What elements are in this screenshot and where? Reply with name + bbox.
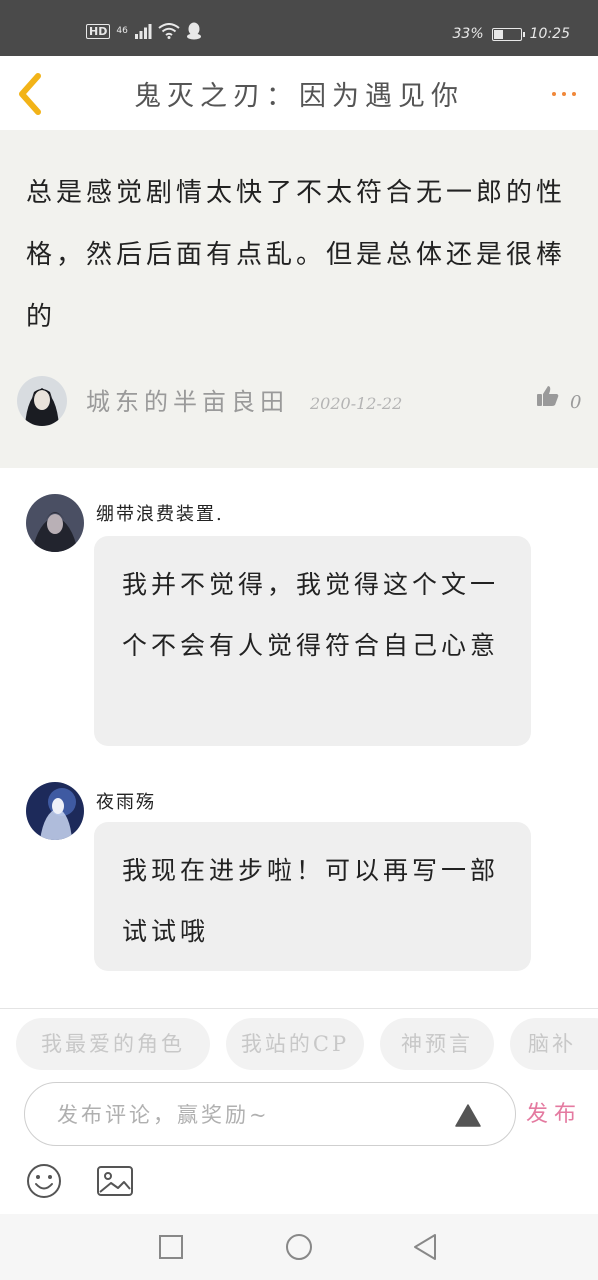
like-count: 0 bbox=[570, 392, 582, 413]
tag-chip[interactable]: 神预言 bbox=[380, 1018, 494, 1070]
circle-icon bbox=[286, 1234, 312, 1260]
original-comment-text: 总是感觉剧情太快了不太符合无一郎的性格，然后后面有点乱。但是总体还是很棒的 bbox=[26, 178, 567, 332]
system-nav-bar bbox=[0, 1214, 598, 1280]
battery-percent: 33% bbox=[452, 26, 484, 42]
original-comment-date: 2020-12-22 bbox=[310, 394, 403, 413]
avatar-image bbox=[17, 376, 67, 426]
status-left: HD 46 bbox=[86, 22, 202, 40]
send-button[interactable] bbox=[455, 1103, 481, 1127]
triangle-back-icon bbox=[414, 1234, 436, 1260]
qq-icon bbox=[186, 22, 201, 40]
more-dot bbox=[552, 92, 556, 96]
smile-icon bbox=[27, 1164, 61, 1198]
back-button[interactable] bbox=[14, 72, 54, 116]
status-right: 33% 10:25 bbox=[453, 26, 570, 42]
status-bar: HD 46 33% 10:25 bbox=[0, 0, 598, 56]
reply-bubble: 我并不觉得，我觉得这个文一个不会有人觉得符合自己心意 bbox=[94, 536, 531, 746]
home-button[interactable] bbox=[284, 1232, 314, 1262]
tag-chips: 我最爱的角色 我站的CP 神预言 脑补 bbox=[0, 1018, 598, 1070]
triangle-send-icon bbox=[455, 1104, 481, 1127]
top-header: 鬼灭之刃：因为遇见你 bbox=[0, 56, 598, 131]
avatar-image bbox=[26, 782, 84, 840]
original-comment: 总是感觉剧情太快了不太符合无一郎的性格，然后后面有点乱。但是总体还是很棒的 城东… bbox=[0, 130, 598, 468]
signal-icon bbox=[134, 24, 152, 39]
more-button[interactable] bbox=[540, 82, 576, 106]
original-comment-username[interactable]: 城东的半亩良田 bbox=[86, 382, 289, 417]
avatar[interactable] bbox=[17, 376, 67, 426]
more-dot bbox=[572, 92, 576, 96]
page-title: 鬼灭之刃：因为遇见你 bbox=[134, 81, 464, 112]
thumbs-up-icon bbox=[537, 386, 559, 406]
reply-username[interactable]: 夜雨殇 bbox=[96, 788, 156, 814]
network-type: 46 bbox=[116, 25, 128, 36]
reply-username[interactable]: 绷带浪费装置. bbox=[96, 500, 224, 526]
reply-bubble: 我现在进步啦！可以再写一部试试哦 bbox=[94, 822, 531, 971]
tag-chip[interactable]: 我最爱的角色 bbox=[16, 1018, 210, 1070]
divider bbox=[0, 1008, 598, 1009]
image-icon bbox=[97, 1166, 133, 1196]
back-nav-button[interactable] bbox=[410, 1232, 440, 1262]
recent-apps-button[interactable] bbox=[156, 1232, 186, 1262]
chevron-left-icon bbox=[19, 73, 41, 115]
clock: 10:25 bbox=[529, 26, 570, 42]
square-icon bbox=[159, 1235, 183, 1259]
avatar[interactable] bbox=[26, 494, 84, 552]
more-dot bbox=[562, 92, 566, 96]
hd-badge: HD bbox=[86, 23, 111, 39]
wifi-icon bbox=[158, 23, 180, 39]
tag-chip[interactable]: 脑补 bbox=[510, 1018, 598, 1070]
tag-chip[interactable]: 我站的CP bbox=[226, 1018, 364, 1070]
image-button[interactable] bbox=[96, 1165, 134, 1197]
comment-input[interactable] bbox=[55, 1095, 439, 1135]
avatar-image bbox=[26, 494, 84, 552]
comment-input-box[interactable] bbox=[24, 1082, 516, 1146]
battery-icon bbox=[491, 27, 525, 41]
emoji-button[interactable] bbox=[26, 1163, 62, 1199]
like-button[interactable] bbox=[536, 384, 560, 408]
publish-button[interactable]: 发布 bbox=[526, 1096, 582, 1128]
avatar[interactable] bbox=[26, 782, 84, 840]
